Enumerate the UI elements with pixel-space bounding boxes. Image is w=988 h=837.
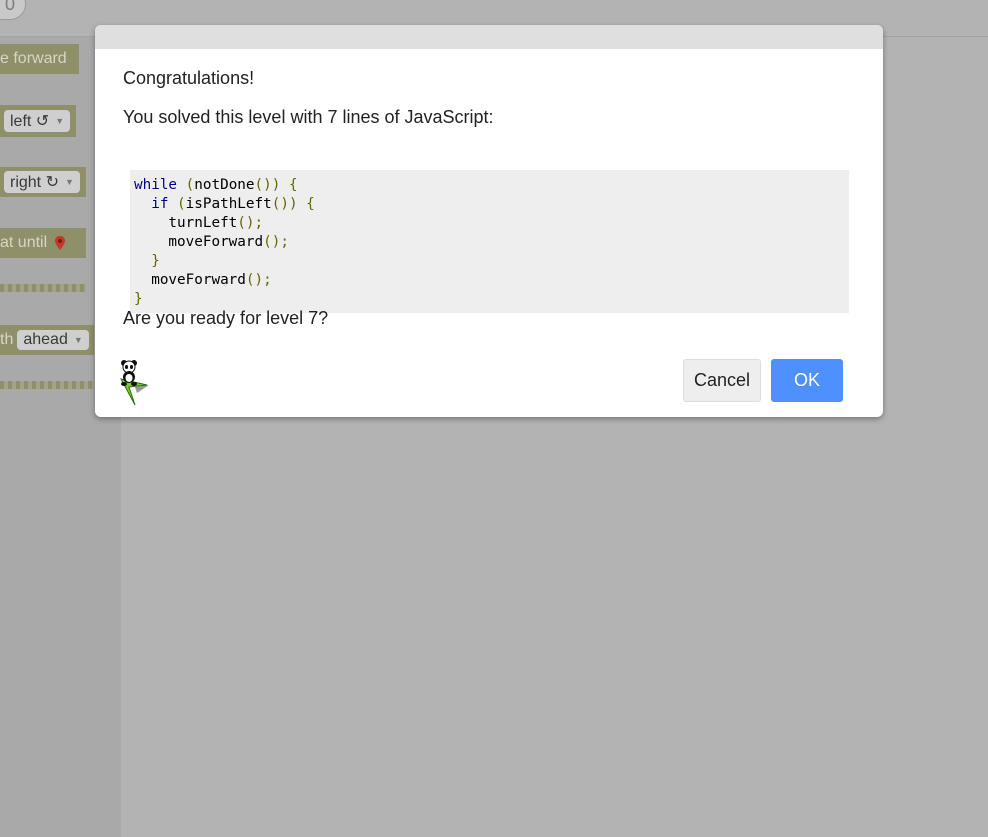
turn-left-label: left ↺ xyxy=(10,113,50,130)
code-line: moveForward(); xyxy=(134,271,845,290)
code-token: isPathLeft xyxy=(185,196,272,212)
path-direction-dropdown[interactable]: ahead ▼ xyxy=(17,330,89,350)
code-token: turnLeft xyxy=(134,215,238,231)
if-path-block[interactable]: th ahead ▼ xyxy=(0,325,94,355)
ok-button[interactable]: OK xyxy=(771,359,843,402)
run-counter: 0 xyxy=(0,0,26,20)
code-token: notDone xyxy=(194,177,255,193)
code-token: ()) xyxy=(254,177,281,193)
path-direction-label: ahead xyxy=(23,331,68,348)
dropdown-arrow-icon: ▼ xyxy=(64,177,74,187)
map-pin-icon xyxy=(55,236,66,250)
code-token: if xyxy=(151,196,169,212)
code-line: if (isPathLeft()) { xyxy=(134,195,845,214)
code-line: while (notDone()) { xyxy=(134,176,845,195)
panda-avatar-icon xyxy=(120,360,149,406)
code-line: } xyxy=(134,252,845,271)
if-path-label: th xyxy=(0,331,14,348)
code-token: (); xyxy=(263,234,289,250)
move-forward-block[interactable]: e forward xyxy=(0,44,79,74)
turn-right-block[interactable]: right ↻ ▼ xyxy=(0,167,86,197)
if-body-slot xyxy=(0,355,94,381)
code-token: moveForward xyxy=(134,234,264,250)
code-token: (); xyxy=(245,272,272,288)
code-token: { xyxy=(306,196,315,212)
dialog-title: Congratulations! xyxy=(123,68,255,88)
code-line: turnLeft(); xyxy=(134,214,845,233)
turn-right-label: right ↻ xyxy=(10,174,59,191)
code-token: } xyxy=(134,291,143,307)
code-token: ()) xyxy=(271,196,298,212)
code-line: } xyxy=(134,290,845,309)
next-level-question: Are you ready for level 7? xyxy=(123,308,329,328)
dropdown-arrow-icon: ▼ xyxy=(55,116,65,126)
dialog-header xyxy=(95,25,883,49)
congratulations-dialog: Congratulations! You solved this level w… xyxy=(95,25,883,417)
dropdown-arrow-icon: ▼ xyxy=(73,335,83,345)
repeat-until-block[interactable]: at until xyxy=(0,228,86,258)
if-block-footer xyxy=(0,381,94,389)
turn-right-dropdown[interactable]: right ↻ ▼ xyxy=(4,171,80,193)
code-token: while xyxy=(134,177,178,193)
repeat-until-label: at until xyxy=(0,234,48,251)
code-line: moveForward(); xyxy=(134,233,845,252)
code-token: { xyxy=(288,177,298,193)
repeat-block-footer xyxy=(0,284,86,292)
move-forward-label: e forward xyxy=(0,50,67,67)
code-token: moveForward xyxy=(134,272,246,288)
turn-left-block[interactable]: left ↺ ▼ xyxy=(0,105,76,137)
code-token: ( xyxy=(185,177,195,193)
cancel-button[interactable]: Cancel xyxy=(683,359,761,402)
solved-message: You solved this level with 7 lines of Ja… xyxy=(123,107,494,127)
code-block: while (notDone()) { if (isPathLeft()) { … xyxy=(130,170,849,313)
code-token: } xyxy=(151,253,160,269)
code-token: (); xyxy=(237,215,264,231)
repeat-body-slot xyxy=(0,258,86,284)
turn-left-dropdown[interactable]: left ↺ ▼ xyxy=(4,110,71,132)
code-token: ( xyxy=(177,196,186,212)
